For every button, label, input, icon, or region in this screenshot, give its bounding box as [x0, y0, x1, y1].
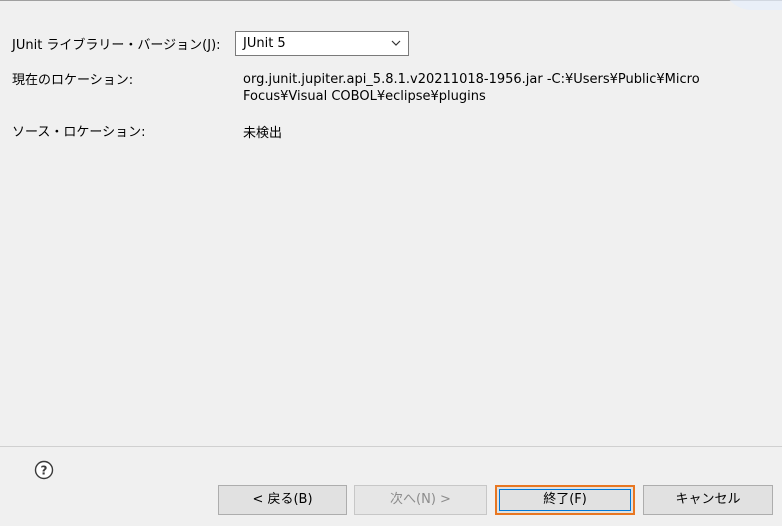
chevron-down-icon	[391, 40, 401, 46]
current-location-value: org.junit.jupiter.api_5.8.1.v20211018-19…	[243, 72, 700, 104]
help-icon[interactable]: ?	[34, 460, 54, 480]
finish-button-label: 終了(F)	[499, 489, 631, 511]
current-location-label: 現在のロケーション:	[12, 73, 134, 88]
junit-version-label: JUnit ライブラリー・バージョン(J):	[12, 38, 221, 53]
junit-version-select[interactable]: JUnit 5	[235, 31, 409, 56]
back-button[interactable]: < 戻る(B)	[218, 485, 347, 515]
cancel-button[interactable]: キャンセル	[643, 485, 773, 515]
svg-text:?: ?	[41, 464, 48, 478]
button-bar-divider	[0, 446, 782, 447]
top-divider	[0, 0, 782, 1]
corner-decoration	[722, 0, 782, 10]
source-location-value: 未検出	[243, 126, 283, 141]
source-location-label: ソース・ロケーション:	[12, 125, 146, 140]
finish-button[interactable]: 終了(F)	[495, 485, 635, 515]
next-button[interactable]: 次へ(N) >	[354, 485, 487, 515]
junit-version-selected-value: JUnit 5	[243, 36, 286, 51]
